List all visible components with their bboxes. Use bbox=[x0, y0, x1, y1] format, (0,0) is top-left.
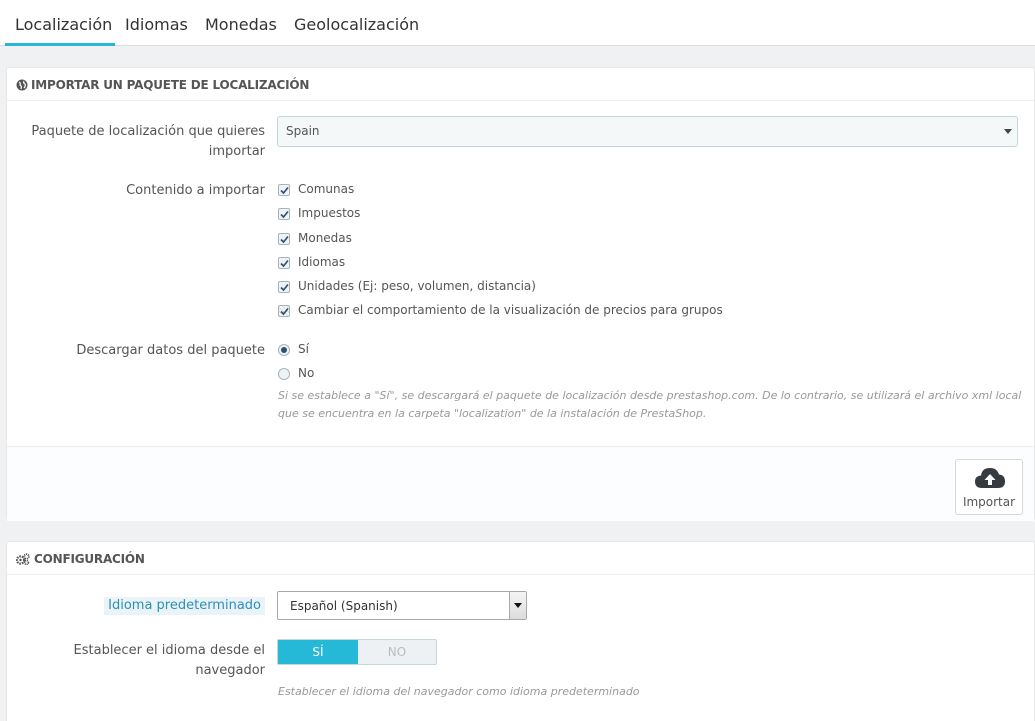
configuration-panel: CONFIGURACIÓN Idioma predeterminado Espa… bbox=[6, 541, 1035, 721]
cloud-upload-icon bbox=[975, 468, 1005, 488]
content-label: Contenido a importar bbox=[126, 183, 265, 198]
checkbox-label: Unidades (Ej: peso, volumen, distancia) bbox=[298, 279, 536, 293]
checkbox-label: Monedas bbox=[298, 231, 352, 245]
tab-monedas[interactable]: Monedas bbox=[205, 15, 277, 46]
radio-label: Sí bbox=[298, 342, 309, 356]
check-icon bbox=[280, 235, 289, 244]
radio[interactable] bbox=[278, 344, 290, 356]
check-icon bbox=[280, 283, 289, 292]
checkbox[interactable] bbox=[278, 257, 290, 269]
chevron-down-icon bbox=[1004, 129, 1012, 134]
panel-title: CONFIGURACIÓN bbox=[34, 552, 145, 566]
radio[interactable] bbox=[278, 368, 290, 380]
panel-footer: Importar bbox=[7, 446, 1034, 521]
default-language-label: Idioma predeterminado bbox=[104, 597, 265, 615]
toggle-no[interactable]: NO bbox=[358, 640, 436, 664]
toggle-yes[interactable]: SÍ bbox=[278, 640, 358, 664]
package-select-value: Spain bbox=[286, 124, 320, 138]
label-line: Establecer el idioma desde el bbox=[73, 643, 265, 658]
checkbox[interactable] bbox=[278, 305, 290, 317]
check-icon bbox=[280, 186, 289, 195]
download-label: Descargar datos del paquete bbox=[76, 343, 265, 358]
help-line: que se encuentra en la carpeta "localiza… bbox=[278, 407, 707, 420]
import-button[interactable]: Importar bbox=[955, 459, 1023, 515]
check-icon bbox=[280, 210, 289, 219]
package-label: Paquete de localización que quieres impo… bbox=[31, 122, 265, 162]
chevron-down-icon[interactable] bbox=[509, 592, 526, 619]
download-help-text: Si se establece a "Sí", se descargará el… bbox=[278, 387, 1028, 423]
tab-localizacion[interactable]: Localización bbox=[5, 15, 115, 46]
browser-language-toggle[interactable]: SÍ NO bbox=[277, 639, 437, 665]
import-package-panel: IMPORTAR UN PAQUETE DE LOCALIZACIÓN Paqu… bbox=[6, 67, 1035, 521]
default-language-select[interactable]: Español (Spanish) bbox=[277, 591, 527, 620]
package-label-line2: importar bbox=[208, 144, 265, 159]
tab-geolocalizacion[interactable]: Geolocalización bbox=[294, 15, 419, 46]
browser-language-label: Establecer el idioma desde el navegador bbox=[74, 641, 265, 681]
checkbox-label: Idiomas bbox=[298, 255, 346, 269]
panel-heading: CONFIGURACIÓN bbox=[7, 542, 1034, 575]
checkbox[interactable] bbox=[278, 233, 290, 245]
tab-idiomas[interactable]: Idiomas bbox=[125, 15, 188, 46]
package-label-line1: Paquete de localización que quieres bbox=[31, 124, 265, 139]
tab-label: Monedas bbox=[205, 15, 277, 34]
package-select[interactable]: Spain bbox=[277, 116, 1018, 147]
check-icon bbox=[280, 259, 289, 268]
checkbox[interactable] bbox=[278, 208, 290, 220]
radio-label: No bbox=[298, 366, 315, 380]
browser-language-help: Establecer el idioma del navegador como … bbox=[278, 685, 640, 698]
tab-label: Geolocalización bbox=[294, 15, 420, 34]
label-line: navegador bbox=[195, 663, 265, 678]
checkbox-label: Impuestos bbox=[298, 206, 361, 220]
tab-label: Localización bbox=[15, 15, 113, 34]
checkbox[interactable] bbox=[278, 184, 290, 196]
gears-icon bbox=[16, 553, 30, 565]
panel-title: IMPORTAR UN PAQUETE DE LOCALIZACIÓN bbox=[31, 78, 310, 92]
default-language-value: Español (Spanish) bbox=[290, 599, 398, 613]
help-line: Si se establece a "Sí", se descargará el… bbox=[278, 389, 1022, 402]
tab-label: Idiomas bbox=[125, 15, 188, 34]
checkbox-label: Comunas bbox=[298, 182, 355, 196]
checkbox-label: Cambiar el comportamiento de la visualiz… bbox=[298, 303, 723, 317]
globe-icon bbox=[16, 79, 28, 91]
tab-bar: Localización Idiomas Monedas Geolocaliza… bbox=[0, 0, 1035, 46]
panel-heading: IMPORTAR UN PAQUETE DE LOCALIZACIÓN bbox=[7, 68, 1034, 101]
checkbox[interactable] bbox=[278, 281, 290, 293]
import-button-label: Importar bbox=[962, 495, 1016, 509]
check-icon bbox=[280, 307, 289, 316]
